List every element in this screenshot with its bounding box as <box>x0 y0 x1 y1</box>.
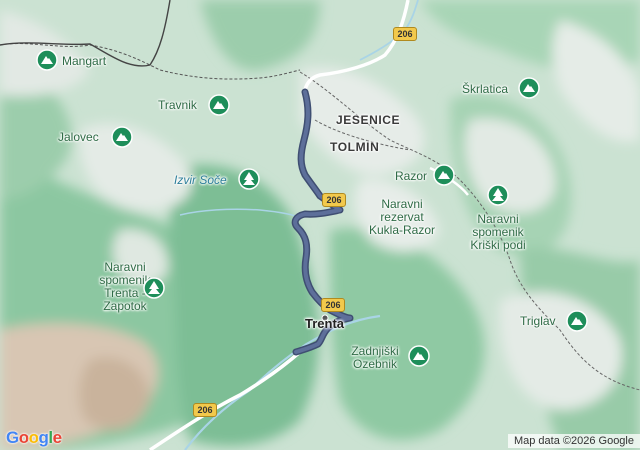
mountain-peak-icon[interactable] <box>36 49 58 71</box>
label-line: Kukla-Razor <box>368 223 436 237</box>
logo-letter: o <box>18 428 29 447</box>
place-label-izvir-soce[interactable]: Izvir Soče <box>174 174 227 187</box>
mountain-peak-icon[interactable] <box>111 126 133 148</box>
road-shield-206-mid: 206 <box>322 193 346 207</box>
mountain-peak-icon[interactable] <box>408 345 430 367</box>
label-line: Kriški podi <box>470 238 526 252</box>
place-label-jalovec[interactable]: Jalovec <box>58 131 99 144</box>
town-label-trenta[interactable]: Trenta <box>305 317 344 330</box>
logo-letter: e <box>52 428 62 447</box>
region-label-tolmin: TOLMIN <box>330 140 380 154</box>
nature-reserve-icon[interactable] <box>143 277 165 299</box>
place-label-kriski-podi[interactable]: Naravni spomenik Kriški podi <box>458 213 538 252</box>
road-shield-206-north: 206 <box>393 27 417 41</box>
place-label-zadnjiski-ozebnik[interactable]: Zadnjiški Ozebnik <box>340 345 410 371</box>
nature-reserve-icon[interactable] <box>238 168 260 190</box>
nature-reserve-icon[interactable] <box>487 184 509 206</box>
mountain-peak-icon[interactable] <box>208 94 230 116</box>
place-label-razor[interactable]: Razor <box>395 170 427 183</box>
road-shield-206-south: 206 <box>193 403 217 417</box>
logo-letter: G <box>6 428 19 447</box>
road-shield-206-trenta: 206 <box>321 298 345 312</box>
region-label-jesenice: JESENICE <box>336 113 401 127</box>
label-line: Ozebnik <box>352 357 398 371</box>
place-label-triglav[interactable]: Triglav <box>520 315 556 328</box>
google-logo[interactable]: Google <box>6 428 62 448</box>
map-attribution[interactable]: Map data ©2026 Google <box>507 434 640 448</box>
mountain-peak-icon[interactable] <box>566 310 588 332</box>
mountain-peak-icon[interactable] <box>433 164 455 186</box>
logo-letter: o <box>28 428 39 447</box>
place-label-mangart[interactable]: Mangart <box>62 55 106 68</box>
logo-letter: g <box>38 428 49 447</box>
place-label-travnik[interactable]: Travnik <box>158 99 197 112</box>
mountain-peak-icon[interactable] <box>518 77 540 99</box>
place-label-skrlatica[interactable]: Škrlatica <box>462 83 508 96</box>
label-line: Zapotok <box>103 299 147 313</box>
place-label-kukla-razor[interactable]: Naravni rezervat Kukla-Razor <box>362 198 442 237</box>
map-view[interactable]: 206 206 206 206 Mangart Travnik Jalovec … <box>0 0 640 450</box>
